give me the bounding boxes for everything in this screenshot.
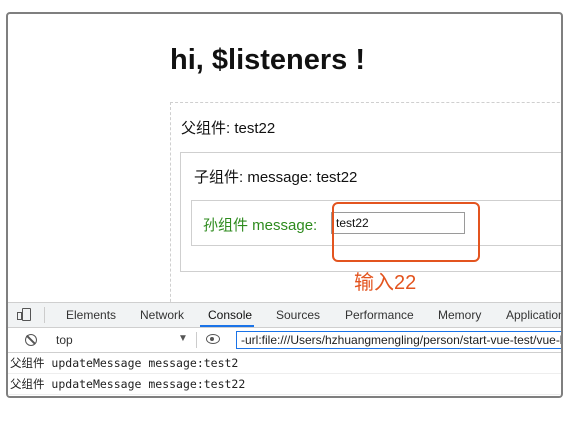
console-log-line: 父组件 updateMessage message:test22 — [8, 374, 561, 395]
tab-performance[interactable]: Performance — [345, 308, 414, 322]
active-tab-indicator — [200, 325, 254, 327]
tab-network[interactable]: Network — [140, 308, 184, 322]
tab-application[interactable]: Application — [506, 308, 561, 322]
clear-console-icon[interactable] — [25, 334, 37, 346]
console-log-line: 父组件 updateMessage message:test2 — [8, 353, 561, 374]
device-toolbar-icon[interactable] — [17, 308, 31, 321]
annotation-text: 输入22 — [354, 272, 417, 294]
console-filter-input[interactable]: -url:file:///Users/hzhuangmengling/perso… — [236, 331, 561, 349]
devtools-panel: Elements Network Console Sources Perform… — [8, 302, 561, 396]
annotation-highlight-box — [332, 202, 480, 262]
page-title: hi, $listeners ! — [170, 44, 366, 76]
live-expression-eye-icon[interactable] — [206, 334, 220, 344]
grandchild-label: 孙组件 message: — [203, 217, 318, 234]
divider — [44, 307, 45, 323]
tab-elements[interactable]: Elements — [66, 308, 116, 322]
divider — [196, 332, 197, 348]
tab-sources[interactable]: Sources — [276, 308, 320, 322]
context-selector[interactable]: top — [56, 333, 73, 347]
devtools-tab-bar: Elements Network Console Sources Perform… — [8, 303, 561, 328]
browser-window: hi, $listeners ! 父组件: test22 子组件: messag… — [6, 12, 563, 398]
parent-label: 父组件: test22 — [181, 120, 276, 137]
caret-down-icon[interactable]: ▼ — [178, 333, 188, 344]
child-label: 子组件: message: test22 — [194, 169, 358, 186]
tab-memory[interactable]: Memory — [438, 308, 481, 322]
console-toolbar: top ▼ -url:file:///Users/hzhuangmengling… — [8, 328, 561, 353]
tab-console[interactable]: Console — [208, 308, 252, 322]
